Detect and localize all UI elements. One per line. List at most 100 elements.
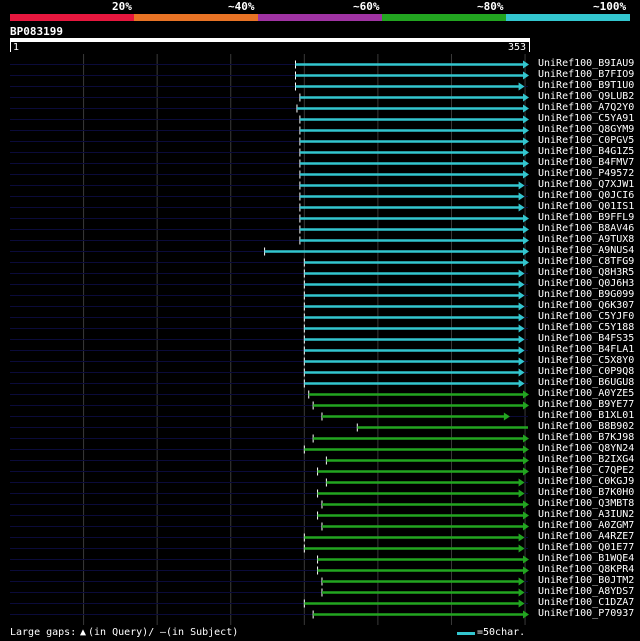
hit-arrow-icon — [523, 126, 529, 135]
query-gap-marker-icon: ▲ — [80, 627, 87, 638]
hit-arrow-icon — [523, 148, 529, 157]
hit-arrow-icon — [518, 181, 525, 190]
hit-label[interactable]: UniRef100_B4FS35 — [538, 333, 634, 344]
hit-label[interactable]: UniRef100_C1DZA7 — [538, 597, 634, 608]
hit-arrow-icon — [518, 82, 525, 91]
hit-arrow-icon — [518, 335, 525, 344]
hit-label[interactable]: UniRef100_B0JTM2 — [538, 575, 634, 586]
hit-arrow-icon — [523, 170, 529, 179]
legend-scale-bar — [457, 632, 475, 635]
hit-arrow-icon — [523, 434, 529, 443]
hit-arrow-icon — [523, 522, 529, 531]
hit-label[interactable]: UniRef100_B4FMV7 — [538, 157, 634, 168]
hit-arrow-icon — [518, 192, 525, 201]
hit-label[interactable]: UniRef100_B2IXG4 — [538, 454, 634, 465]
hit-arrow-icon — [523, 214, 529, 223]
hit-label[interactable]: UniRef100_Q3MBT8 — [538, 498, 634, 509]
hit-arrow-icon — [523, 247, 529, 256]
hit-arrow-icon — [518, 302, 525, 311]
hit-arrow-icon — [523, 500, 529, 509]
hit-label[interactable]: UniRef100_B4G1Z5 — [538, 146, 634, 157]
legend-query-gap-text: (in Query)/ — [88, 627, 155, 638]
hit-label[interactable]: UniRef100_B9G099 — [538, 289, 634, 300]
hit-arrow-icon — [518, 599, 525, 608]
hit-label[interactable]: UniRef100_Q0J6H3 — [538, 278, 634, 289]
hit-label[interactable]: UniRef100_B9YE77 — [538, 399, 634, 410]
hit-arrow-icon — [523, 225, 529, 234]
hit-arrow-icon — [523, 511, 529, 520]
legend-subject-gap-text: (in Subject) — [166, 627, 239, 638]
hit-label[interactable]: UniRef100_B9FFL9 — [538, 212, 634, 223]
hit-arrow-icon — [523, 236, 529, 245]
hit-label[interactable]: UniRef100_Q01IS1 — [538, 201, 634, 212]
hit-arrow-icon — [523, 93, 529, 102]
hit-arrow-icon — [518, 324, 525, 333]
hit-label[interactable]: UniRef100_Q9LUB2 — [538, 91, 634, 102]
hit-label[interactable]: UniRef100_C0KGJ9 — [538, 476, 634, 487]
hit-label[interactable]: UniRef100_B1WQE4 — [538, 553, 634, 564]
hit-label[interactable]: UniRef100_Q8KPR4 — [538, 564, 634, 575]
hit-arrow-icon — [523, 71, 529, 80]
hit-arrow-icon — [523, 104, 529, 113]
hit-arrow-icon — [523, 401, 529, 410]
hit-arrow-icon — [518, 533, 525, 542]
hit-label[interactable]: UniRef100_Q01E77 — [538, 542, 634, 553]
hit-label[interactable]: UniRef100_B9T1U0 — [538, 80, 634, 91]
legend-gaps-label: Large gaps: — [10, 627, 77, 638]
hit-arrow-icon — [518, 588, 525, 597]
hit-label[interactable]: UniRef100_B1XL01 — [538, 410, 634, 421]
hit-label[interactable]: UniRef100_Q7XJW1 — [538, 179, 634, 190]
hit-label[interactable]: UniRef100_C8TFG9 — [538, 256, 634, 267]
hit-arrow-icon — [518, 203, 525, 212]
hit-label[interactable]: UniRef100_A4RZE7 — [538, 531, 634, 542]
hit-arrow-icon — [518, 368, 525, 377]
hit-label[interactable]: UniRef100_B8AV46 — [538, 223, 634, 234]
hit-label[interactable]: UniRef100_B8B902 — [538, 421, 634, 432]
hit-label[interactable]: UniRef100_B7FIO9 — [538, 69, 634, 80]
hit-label[interactable]: UniRef100_A9NUS4 — [538, 245, 634, 256]
hit-arrow-icon — [523, 456, 529, 465]
hit-arrow-icon — [523, 390, 529, 399]
hit-label[interactable]: UniRef100_A3IUN2 — [538, 509, 634, 520]
hit-label[interactable]: UniRef100_C0P9Q8 — [538, 366, 634, 377]
hit-label[interactable]: UniRef100_Q0JCI6 — [538, 190, 634, 201]
hit-label[interactable]: UniRef100_A8YDS7 — [538, 586, 634, 597]
hit-label[interactable]: UniRef100_Q8H3R5 — [538, 267, 634, 278]
hit-arrow-icon — [523, 258, 529, 267]
hit-arrow-icon — [523, 137, 529, 146]
hit-arrow-icon — [523, 566, 529, 575]
hit-label[interactable]: UniRef100_A0YZE5 — [538, 388, 634, 399]
hit-label[interactable]: UniRef100_C5YJF0 — [538, 311, 634, 322]
hit-label[interactable]: UniRef100_B7K0H0 — [538, 487, 634, 498]
hit-label[interactable]: UniRef100_A0ZGM7 — [538, 520, 634, 531]
hit-label[interactable]: UniRef100_A9TUX8 — [538, 234, 634, 245]
hit-arrow-icon — [523, 159, 529, 168]
hit-label[interactable]: UniRef100_C5Y188 — [538, 322, 634, 333]
hit-arrow-icon — [518, 291, 525, 300]
hit-arrow-icon — [518, 346, 525, 355]
hit-label[interactable]: UniRef100_C7QPE2 — [538, 465, 634, 476]
hit-label[interactable]: UniRef100_Q8YN24 — [538, 443, 634, 454]
hit-arrow-icon — [518, 269, 525, 278]
legend-scale-text: =50char. — [477, 627, 526, 638]
hit-label[interactable]: UniRef100_P49572 — [538, 168, 634, 179]
hit-arrow-icon — [523, 610, 529, 619]
hit-label[interactable]: UniRef100_B4FLA1 — [538, 344, 634, 355]
hit-label[interactable]: UniRef100_C5YA91 — [538, 113, 634, 124]
hit-arrow-icon — [518, 357, 525, 366]
hit-label[interactable]: UniRef100_Q8GYM9 — [538, 124, 634, 135]
hit-label[interactable]: UniRef100_B6UGU8 — [538, 377, 634, 388]
hit-label[interactable]: UniRef100_P70937 — [538, 608, 634, 619]
hit-label[interactable]: UniRef100_B9IAU9 — [538, 58, 634, 69]
hit-arrow-icon — [523, 115, 529, 124]
hit-arrow-icon — [523, 467, 529, 476]
hit-label[interactable]: UniRef100_A7Q2Y0 — [538, 102, 634, 113]
hit-arrow-icon — [518, 313, 525, 322]
hit-label[interactable]: UniRef100_C0PGV5 — [538, 135, 634, 146]
hit-arrow-icon — [518, 280, 525, 289]
hit-label[interactable]: UniRef100_B7KJ98 — [538, 432, 634, 443]
hit-arrow-icon — [523, 445, 529, 454]
hit-label[interactable]: UniRef100_Q6K307 — [538, 300, 634, 311]
hit-arrow-icon — [523, 555, 529, 564]
hit-label[interactable]: UniRef100_C5X8Y0 — [538, 355, 634, 366]
